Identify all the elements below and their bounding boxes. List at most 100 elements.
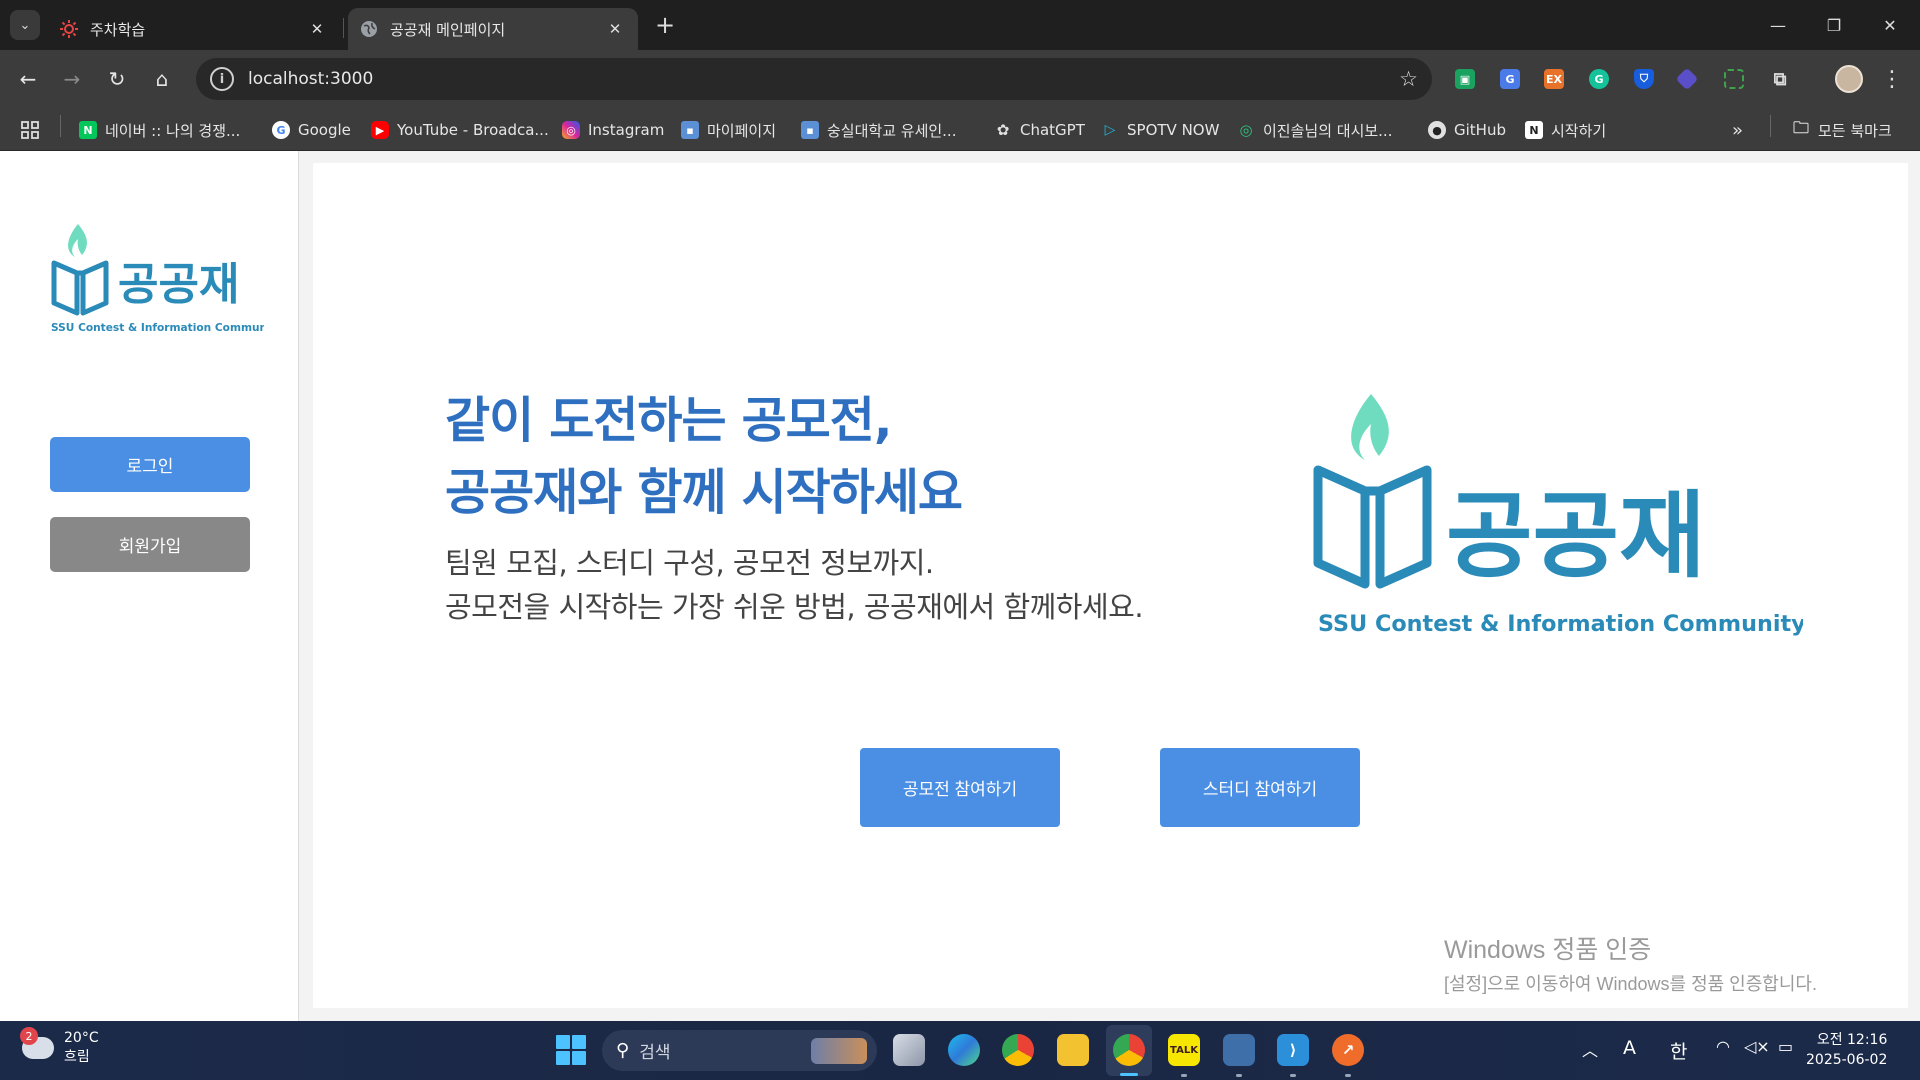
running-indicator xyxy=(1236,1074,1242,1077)
browser-menu-icon[interactable]: ⋮ xyxy=(1880,64,1904,94)
watermark-title: Windows 정품 인증 xyxy=(1444,936,1652,964)
clock-date: 2025-06-02 xyxy=(1806,1052,1888,1068)
url-text[interactable]: localhost:3000 xyxy=(248,69,373,89)
bookmark-ssu[interactable]: ▪ 숭실대학교 유세인... xyxy=(801,119,956,141)
close-tab-icon[interactable]: ✕ xyxy=(306,18,328,40)
hero-headline: 같이 도전하는 공모전, 공공재와 함께 시작하세요 xyxy=(445,385,963,529)
login-button[interactable]: 로그인 xyxy=(50,437,250,492)
home-button[interactable]: ⌂ xyxy=(147,64,177,94)
google-icon: G xyxy=(272,121,290,139)
reload-button[interactable]: ↻ xyxy=(102,64,132,94)
tab-jucha[interactable]: 주차학습 ✕ xyxy=(48,8,340,50)
apps-grid-icon[interactable] xyxy=(20,119,40,141)
tab-divider xyxy=(343,18,344,38)
tab-main-page[interactable]: 공공재 메인페이지 ✕ xyxy=(348,8,638,50)
bitwarden-extension-icon[interactable]: ⛉ xyxy=(1634,69,1654,89)
sidebar-logo[interactable]: 공공재 SSU Contest & Information Community xyxy=(48,221,283,339)
bookmark-spotv[interactable]: ▷ SPOTV NOW xyxy=(1101,119,1220,141)
headline-line-2: 공공재와 함께 시작하세요 xyxy=(445,464,963,521)
windows-taskbar: 2 20°C 흐림 ⚲ 검색 TALK ⟩ ↗ ︿ A 한 ◠ ◁× ▭ 오전 … xyxy=(0,1021,1920,1080)
capture-extension-icon[interactable] xyxy=(1724,69,1744,89)
bookmark-dashboard[interactable]: ◎ 이진솔님의 대시보... xyxy=(1237,119,1392,141)
join-contest-button[interactable]: 공모전 참여하기 xyxy=(860,748,1060,827)
wifi-icon[interactable]: ◠ xyxy=(1716,1037,1730,1056)
weather-widget[interactable]: 2 20°C 흐림 xyxy=(20,1027,99,1067)
ime-mode[interactable]: A xyxy=(1623,1037,1636,1059)
start-button[interactable] xyxy=(556,1035,586,1065)
kakaotalk-icon[interactable]: TALK xyxy=(1168,1034,1200,1066)
more-bookmarks-chevron-icon[interactable]: » xyxy=(1732,119,1743,141)
grammarly-extension-icon[interactable]: G xyxy=(1589,69,1609,89)
bookmark-star-icon[interactable]: ☆ xyxy=(1399,67,1418,91)
svg-text:공공재: 공공재 xyxy=(1446,482,1705,591)
dashboard-icon: ◎ xyxy=(1239,121,1253,139)
ex-extension-icon[interactable]: EX xyxy=(1544,69,1564,89)
restore-button[interactable]: ❐ xyxy=(1806,0,1862,50)
battery-icon[interactable]: ▭ xyxy=(1778,1037,1793,1056)
address-bar[interactable]: i localhost:3000 ☆ xyxy=(196,58,1432,100)
back-button[interactable]: ← xyxy=(13,64,43,94)
browser-toolbar: ← → ↻ ⌂ i localhost:3000 ☆ ▣ G EX G ⛉ ⧉ … xyxy=(0,50,1920,108)
extensions-puzzle-icon[interactable]: ⧉ xyxy=(1770,69,1790,90)
bookmark-mypage[interactable]: ▪ 마이페이지 xyxy=(681,119,776,141)
book-flame-logo-icon: 공공재 SSU Contest & Information Community xyxy=(51,224,283,334)
vscode-icon[interactable]: ⟩ xyxy=(1277,1034,1309,1066)
clock-time: 오전 12:16 xyxy=(1816,1032,1888,1048)
browser-tab-bar: ⌄ 주차학습 ✕ 공공재 메인페이지 ✕ + — ❐ ✕ xyxy=(0,0,1920,50)
hero-subtext: 팀원 모집, 스터디 구성, 공모전 정보까지. 공모전을 시작하는 가장 쉬운… xyxy=(445,541,1144,629)
chrome-active-icon[interactable] xyxy=(1113,1034,1145,1066)
minimize-button[interactable]: — xyxy=(1750,0,1806,50)
spotv-icon: ▷ xyxy=(1104,122,1116,138)
task-view-icon[interactable] xyxy=(893,1034,925,1066)
ssu-icon: ▪ xyxy=(801,121,819,139)
page-viewport: 공공재 SSU Contest & Information Community … xyxy=(0,151,1920,1021)
bookmark-google[interactable]: G Google xyxy=(272,119,351,141)
youtube-icon: ▶ xyxy=(371,121,389,139)
bookmark-chatgpt[interactable]: ✿ ChatGPT xyxy=(994,119,1085,141)
bookmark-divider xyxy=(1770,115,1771,137)
profile-avatar[interactable] xyxy=(1835,65,1863,93)
postman-icon[interactable]: ↗ xyxy=(1332,1034,1364,1066)
running-indicator xyxy=(1290,1074,1296,1077)
running-indicator xyxy=(1345,1074,1351,1077)
close-window-button[interactable]: ✕ xyxy=(1862,0,1918,50)
book-flame-logo-icon: 공공재 SSU Contest & Information Community xyxy=(1313,394,1806,637)
search-label: 검색 xyxy=(639,1043,671,1063)
mysql-workbench-icon[interactable] xyxy=(1223,1034,1255,1066)
notification-badge: 2 xyxy=(20,1027,38,1045)
translate-extension-icon[interactable]: G xyxy=(1500,69,1520,89)
close-tab-icon[interactable]: ✕ xyxy=(604,18,626,40)
join-study-button[interactable]: 스터디 참여하기 xyxy=(1160,748,1360,827)
bookmark-notion[interactable]: N 시작하기 xyxy=(1525,119,1606,141)
instagram-icon: ◎ xyxy=(562,121,580,139)
bookmark-github[interactable]: ● GitHub xyxy=(1428,119,1506,141)
chevron-up-icon[interactable]: ︿ xyxy=(1582,1037,1598,1061)
tab-title: 공공재 메인페이지 xyxy=(390,20,506,39)
globe-icon xyxy=(360,20,378,38)
edge-icon[interactable] xyxy=(948,1034,980,1066)
svg-text:SSU Contest & Information Comm: SSU Contest & Information Community xyxy=(51,322,264,334)
site-info-icon[interactable]: i xyxy=(210,67,234,91)
forward-button[interactable]: → xyxy=(57,64,87,94)
github-icon: ● xyxy=(1428,121,1446,139)
file-explorer-icon[interactable] xyxy=(1057,1034,1089,1066)
sidebar: 공공재 SSU Contest & Information Community … xyxy=(0,151,299,1021)
mypage-icon: ▪ xyxy=(681,121,699,139)
tab-search-button[interactable]: ⌄ xyxy=(10,10,40,40)
taskbar-search[interactable]: ⚲ 검색 xyxy=(602,1030,877,1071)
all-bookmarks-folder[interactable]: 🗀 모든 북마크 xyxy=(1792,118,1892,141)
chrome-icon[interactable] xyxy=(1002,1034,1034,1066)
diamond-extension-icon[interactable] xyxy=(1675,67,1699,91)
sun-icon xyxy=(60,20,78,38)
volume-muted-icon[interactable]: ◁× xyxy=(1744,1037,1770,1056)
ime-language[interactable]: 한 xyxy=(1670,1037,1687,1064)
bookmark-instagram[interactable]: ◎ Instagram xyxy=(562,119,664,141)
signup-button[interactable]: 회원가입 xyxy=(50,517,250,572)
cloud-icon: 2 xyxy=(20,1027,54,1059)
headline-line-1: 같이 도전하는 공모전, xyxy=(445,392,892,449)
system-clock[interactable]: 오전 12:16 2025-06-02 xyxy=(1806,1030,1887,1070)
bookmark-youtube[interactable]: ▶ YouTube - Broadca... xyxy=(371,119,549,141)
bookmark-naver[interactable]: N 네이버 :: 나의 경쟁... xyxy=(79,119,240,141)
new-tab-button[interactable]: + xyxy=(650,10,680,40)
extension-green-icon[interactable]: ▣ xyxy=(1455,69,1475,89)
